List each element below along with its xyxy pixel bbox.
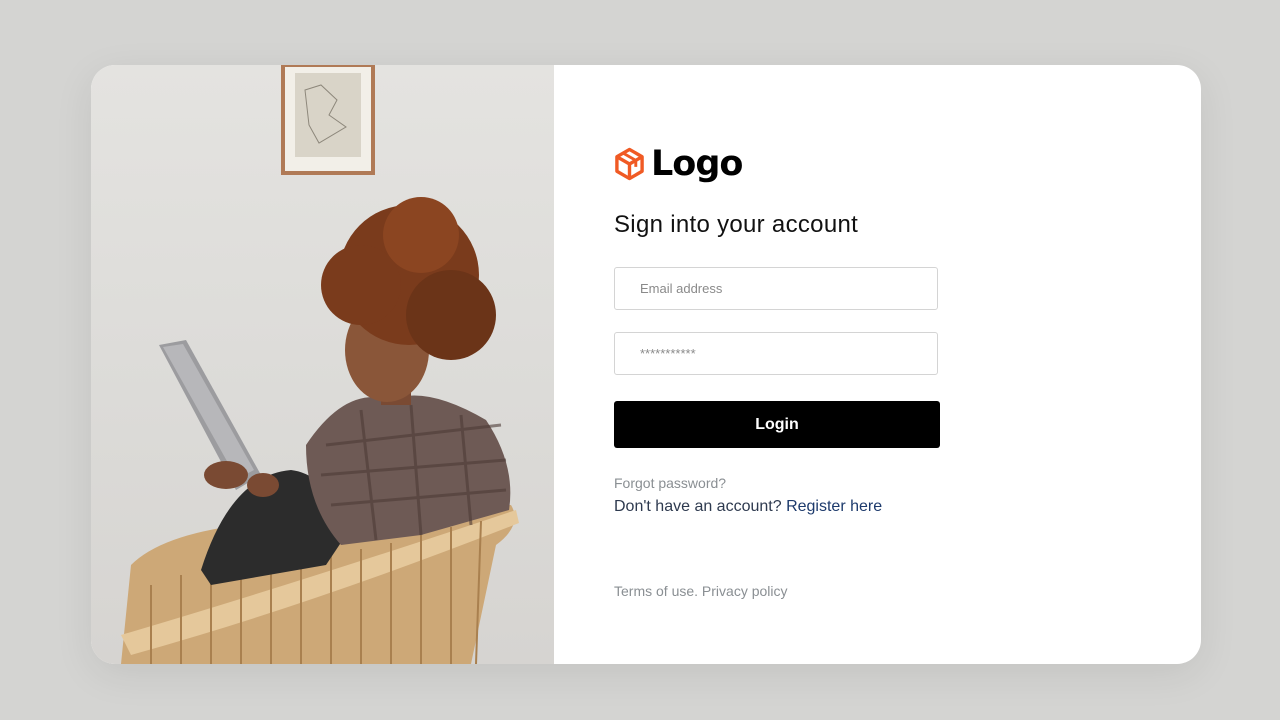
login-card: Logo Sign into your account Login Forgot… <box>91 65 1201 664</box>
forgot-password-link[interactable]: Forgot password? <box>614 475 726 491</box>
hero-illustration <box>121 65 519 664</box>
password-field[interactable] <box>614 332 938 375</box>
privacy-link[interactable]: Privacy policy <box>702 583 788 599</box>
hero-photo <box>91 65 554 664</box>
footer-links: Terms of use. Privacy policy <box>614 583 788 599</box>
login-button[interactable]: Login <box>614 401 940 448</box>
register-link[interactable]: Register here <box>786 498 882 515</box>
register-prompt-text: Don't have an account? <box>614 498 782 515</box>
cube-icon <box>615 147 644 181</box>
register-prompt: Don't have an account? Register here <box>614 498 882 516</box>
page-title: Sign into your account <box>614 211 859 238</box>
brand-name: Logo <box>651 144 743 184</box>
terms-link[interactable]: Terms of use. <box>614 583 698 599</box>
email-field[interactable] <box>614 267 938 310</box>
login-form: Logo Sign into your account Login Forgot… <box>614 65 1154 664</box>
brand: Logo <box>614 144 743 184</box>
